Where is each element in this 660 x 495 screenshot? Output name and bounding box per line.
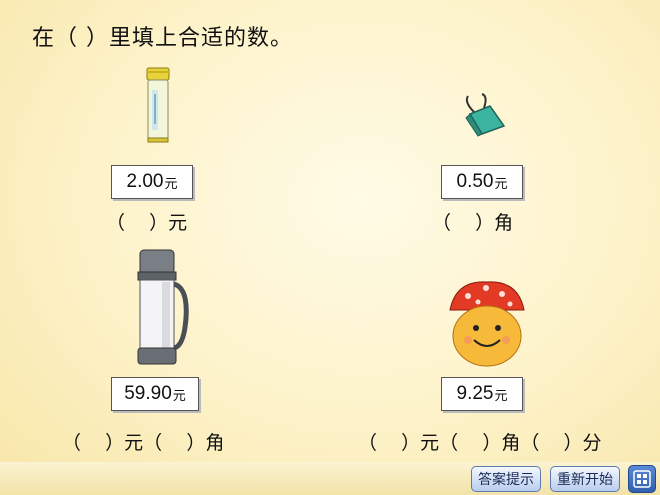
price-tag: 9.25 元 xyxy=(441,377,523,411)
price-tag: 0.50 元 xyxy=(441,165,523,199)
price-unit: 元 xyxy=(494,388,508,404)
answer-hint-button[interactable]: 答案提示 xyxy=(471,466,541,492)
mushroom-toy-image xyxy=(449,281,525,367)
answer-blank[interactable]: （ ）元（ ）角（ ）分 xyxy=(358,428,601,455)
answer-blank[interactable]: （ ）角 xyxy=(432,208,513,235)
thermos-image xyxy=(137,249,189,365)
question-title: 在（ ）里填上合适的数。 xyxy=(32,26,293,51)
glue-stick-image xyxy=(146,67,170,143)
price-unit: 元 xyxy=(494,176,508,192)
price-value: 9.25 xyxy=(456,383,494,404)
answer-blank[interactable]: （ ）元（ ）角 xyxy=(62,428,224,455)
restart-button[interactable]: 重新开始 xyxy=(550,466,620,492)
binder-clip-image xyxy=(465,93,506,137)
price-value: 2.00 xyxy=(126,171,164,192)
price-tag: 59.90 元 xyxy=(111,377,199,411)
price-tag: 2.00 元 xyxy=(111,165,193,199)
price-unit: 元 xyxy=(164,176,178,192)
price-value: 0.50 xyxy=(456,171,494,192)
price-value: 59.90 xyxy=(124,383,172,404)
price-unit: 元 xyxy=(172,388,186,404)
answer-blank[interactable]: （ ）元 xyxy=(106,208,187,235)
grid-menu-icon[interactable] xyxy=(628,465,656,493)
